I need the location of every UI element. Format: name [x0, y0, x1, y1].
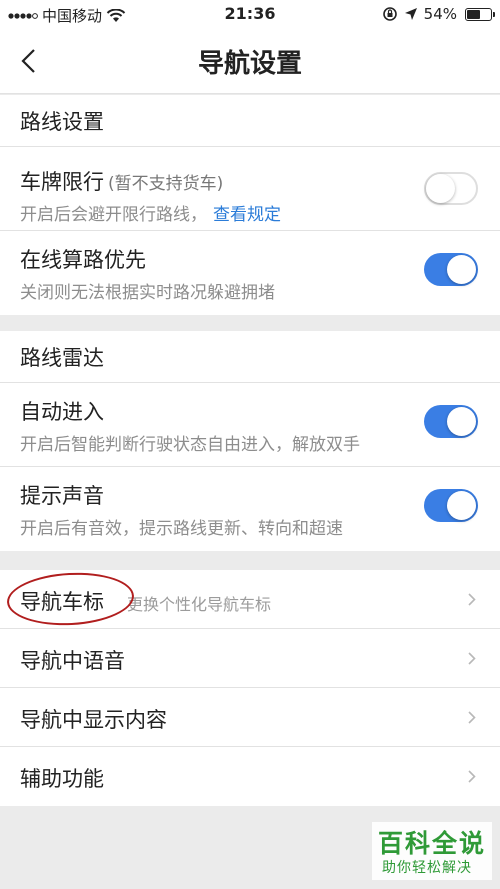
- setting-description: 开启后会避开限行路线， 查看规定: [20, 200, 281, 225]
- chevron-right-icon: [468, 711, 476, 724]
- route-settings-section: 路线设置 车牌限行 (暂不支持货车) 开启后会避开限行路线， 查看规定 在线算路优先…: [0, 95, 500, 315]
- setting-auto-enter[interactable]: 自动进入 开启后智能判断行驶状态自由进入，解放双手: [0, 383, 500, 467]
- setting-sound-alert[interactable]: 提示声音 开启后有音效，提示路线更新、转向和超速: [0, 467, 500, 551]
- list-item-label: 导航中语音: [20, 649, 125, 673]
- setting-label-text: 车牌限行: [20, 170, 104, 194]
- navigation-bar: 导航设置: [0, 28, 500, 94]
- view-rules-link[interactable]: 查看规定: [213, 205, 281, 225]
- plate-restriction-toggle[interactable]: [424, 172, 478, 205]
- sound-alert-toggle[interactable]: [424, 489, 478, 522]
- list-item-label: 辅助功能: [20, 767, 104, 791]
- section-header-route-radar: 路线雷达: [0, 331, 500, 383]
- battery-percent: 54%: [423, 5, 457, 23]
- setting-desc-text: 开启后会避开限行路线，: [20, 205, 207, 225]
- chevron-right-icon: [468, 652, 476, 665]
- setting-online-routing[interactable]: 在线算路优先 关闭则无法根据实时路况躲避拥堵: [0, 231, 500, 315]
- setting-sub-label: (暂不支持货车): [108, 174, 224, 194]
- battery-icon: [465, 7, 495, 21]
- toggle-knob: [426, 174, 455, 203]
- route-radar-section: 路线雷达 自动进入 开启后智能判断行驶状态自由进入，解放双手 提示声音 开启后有…: [0, 331, 500, 551]
- chevron-right-icon: [468, 770, 476, 783]
- setting-label: 在线算路优先: [20, 248, 146, 272]
- status-right: 54%: [382, 5, 495, 23]
- watermark-title: 百科全说: [378, 829, 487, 858]
- setting-label: 自动进入: [20, 400, 104, 424]
- list-item-description: 更换个性化导航车标: [127, 595, 272, 614]
- chevron-right-icon: [468, 593, 476, 606]
- toggle-knob: [447, 407, 476, 436]
- list-item-display-content[interactable]: 导航中显示内容: [0, 688, 500, 747]
- status-bar: 中国移动 21:36 54%: [0, 0, 500, 28]
- setting-plate-restriction[interactable]: 车牌限行 (暂不支持货车) 开启后会避开限行路线， 查看规定: [0, 147, 500, 231]
- toggle-knob: [447, 255, 476, 284]
- location-icon: [404, 8, 417, 20]
- page-title: 导航设置: [197, 49, 302, 79]
- list-item-label: 导航中显示内容: [20, 708, 167, 732]
- list-item-accessibility[interactable]: 辅助功能: [0, 747, 500, 806]
- watermark-logo: 百科全说 助你轻松解决: [372, 822, 492, 880]
- online-routing-toggle[interactable]: [424, 253, 478, 286]
- watermark-subtitle: 助你轻松解决: [382, 860, 472, 876]
- section-header-route-settings: 路线设置: [0, 95, 500, 147]
- auto-enter-toggle[interactable]: [424, 405, 478, 438]
- setting-description: 开启后有音效，提示路线更新、转向和超速: [20, 519, 343, 539]
- list-item-voice[interactable]: 导航中语音: [0, 629, 500, 688]
- orientation-lock-icon: [382, 7, 397, 21]
- toggle-knob: [447, 491, 476, 520]
- setting-label: 车牌限行 (暂不支持货车): [20, 166, 223, 196]
- setting-description: 关闭则无法根据实时路况躲避拥堵: [20, 283, 275, 303]
- setting-label: 提示声音: [20, 484, 104, 508]
- setting-description: 开启后智能判断行驶状态自由进入，解放双手: [20, 435, 360, 455]
